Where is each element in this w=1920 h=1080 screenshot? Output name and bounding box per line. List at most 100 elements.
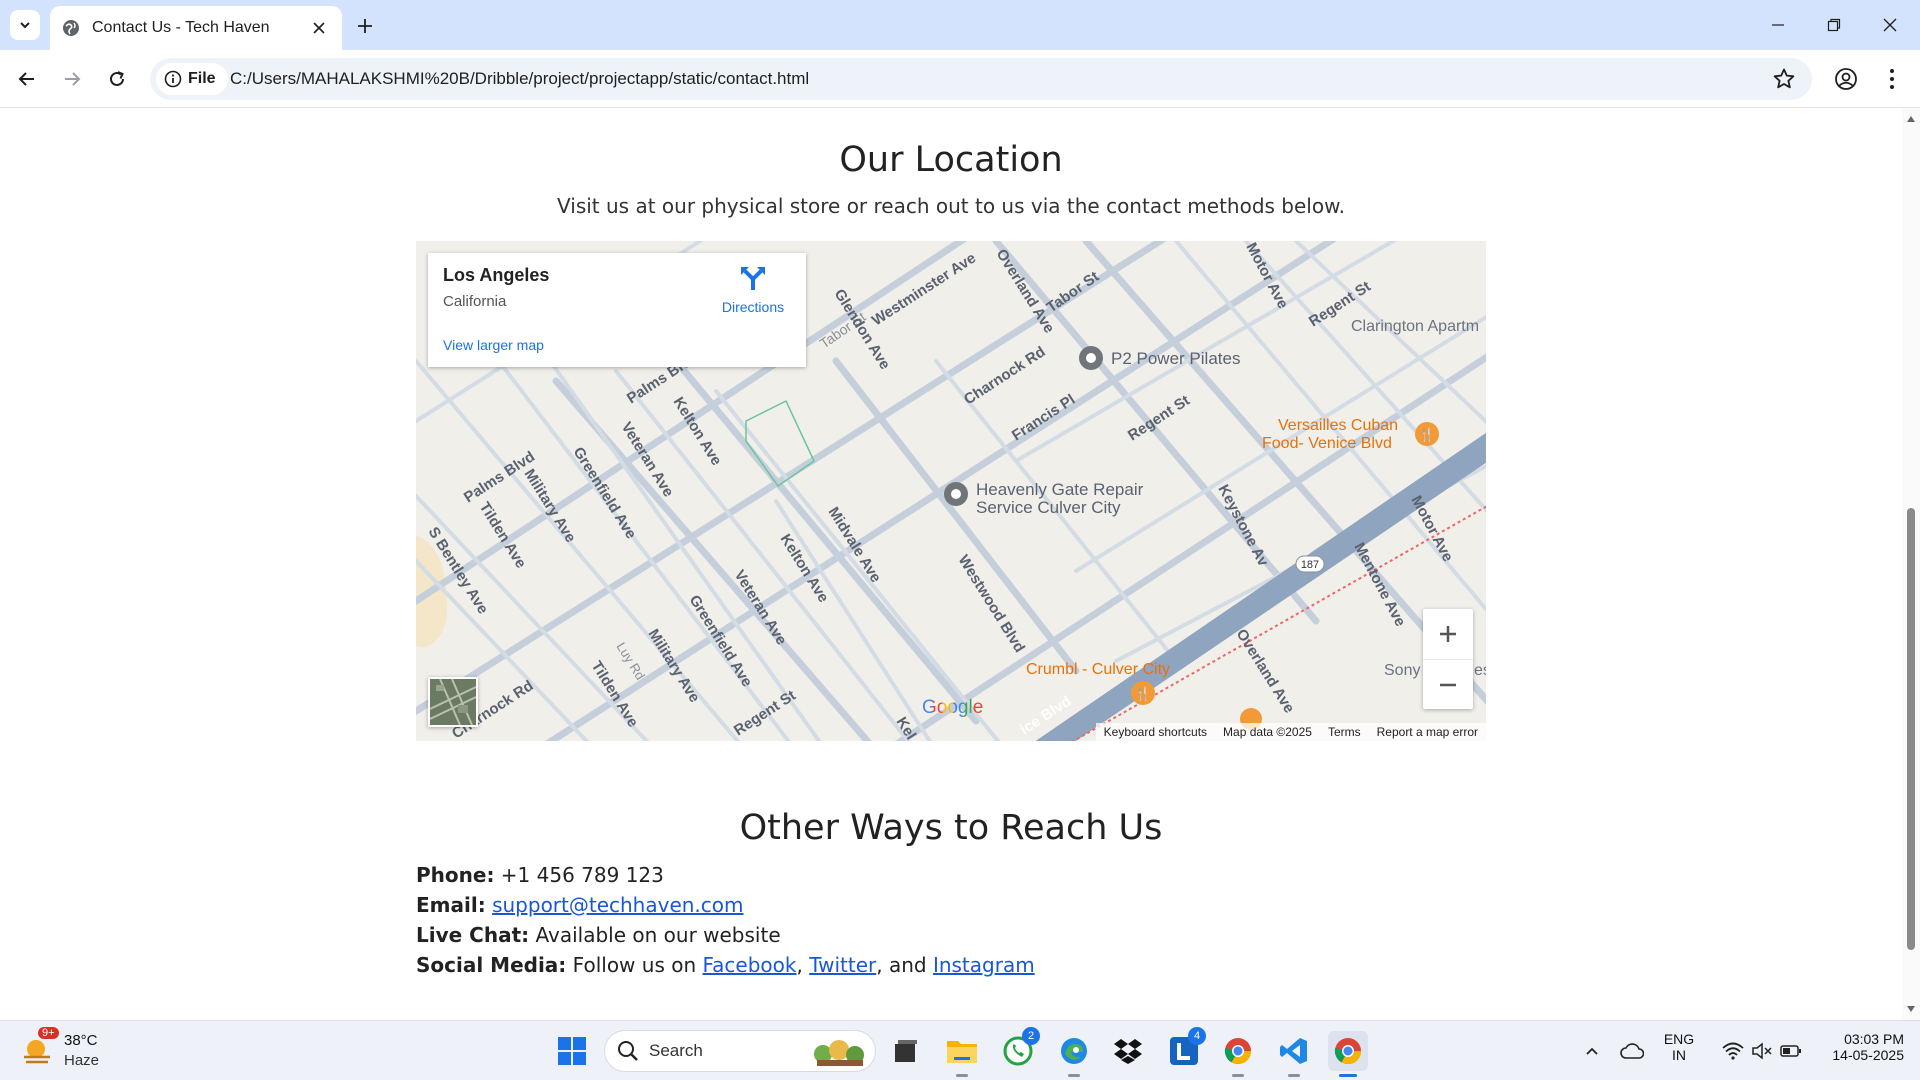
poi-es: es — [1474, 662, 1486, 679]
language-indicator[interactable]: ENG IN — [1654, 1031, 1704, 1063]
dropbox-icon — [1114, 1039, 1142, 1064]
folder-icon — [947, 1041, 977, 1063]
twitter-link[interactable]: Twitter — [809, 953, 876, 977]
menu-button[interactable] — [1876, 63, 1908, 95]
wifi-icon — [1722, 1042, 1744, 1060]
report-error-link[interactable]: Report a map error — [1377, 725, 1478, 739]
chrome-icon — [1334, 1038, 1362, 1065]
search-label: Search — [649, 1041, 703, 1060]
svg-text:Crumbl - Culver City: Crumbl - Culver City — [1026, 661, 1170, 678]
weather-badge: 9+ — [38, 1027, 59, 1039]
terms-link[interactable]: Terms — [1328, 725, 1361, 739]
scrollbar-thumb[interactable] — [1907, 508, 1915, 950]
vscode-button[interactable] — [1274, 1031, 1314, 1077]
embedded-map[interactable]: Westminster Ave Tabor St Tabor St Overla… — [416, 241, 1486, 741]
directions-button[interactable]: Directions — [713, 265, 793, 315]
phone-row: Phone: +1 456 789 123 — [416, 860, 1035, 890]
start-button[interactable] — [552, 1031, 592, 1071]
bookmark-star-icon[interactable] — [1772, 67, 1796, 91]
vertical-scrollbar[interactable] — [1902, 108, 1920, 1020]
email-link[interactable]: support@techhaven.com — [492, 893, 743, 917]
edge-button[interactable] — [1054, 1031, 1094, 1077]
address-bar[interactable]: File C:/Users/MAHALAKSHMI%20B/Dribble/pr… — [150, 58, 1812, 100]
directions-icon — [741, 267, 765, 290]
onedrive-button[interactable] — [1612, 1031, 1652, 1071]
zoom-controls — [1423, 609, 1473, 709]
new-tab-button[interactable] — [350, 11, 380, 41]
info-icon — [164, 70, 182, 88]
route-shield: 187 — [1295, 555, 1325, 573]
cloud-icon — [1620, 1043, 1644, 1059]
system-status-group[interactable] — [1712, 1031, 1812, 1071]
file-explorer-button[interactable] — [942, 1031, 982, 1077]
whatsapp-badge: 2 — [1022, 1027, 1040, 1045]
place-region: California — [443, 293, 507, 310]
google-logo: Google — [922, 697, 984, 718]
active-tab[interactable]: Contact Us - Tech Haven — [50, 6, 342, 50]
satellite-thumbnail-icon — [429, 678, 477, 726]
whatsapp-button[interactable]: 2 — [998, 1027, 1040, 1071]
chrome-button-1[interactable] — [1218, 1031, 1258, 1077]
taskbar-search[interactable]: Search — [604, 1030, 876, 1072]
zoom-in-button[interactable] — [1423, 609, 1473, 659]
email-label: Email: — [416, 893, 486, 917]
task-view-icon — [895, 1040, 917, 1062]
contact-list: Phone: +1 456 789 123 Email: support@tec… — [416, 860, 1035, 980]
chevron-down-icon — [20, 22, 30, 29]
minimize-button[interactable] — [1755, 8, 1801, 42]
site-info-chip[interactable]: File — [156, 63, 228, 95]
satellite-layer-toggle[interactable] — [428, 677, 478, 727]
close-icon — [1883, 18, 1897, 32]
svg-text:Food- Venice Blvd: Food- Venice Blvd — [1262, 435, 1392, 452]
scroll-down-arrow-icon[interactable] — [1906, 1004, 1916, 1014]
restore-button[interactable] — [1811, 8, 1857, 42]
location-subtitle: Visit us at our physical store or reach … — [557, 194, 1345, 218]
other-ways-heading: Other Ways to Reach Us — [739, 808, 1163, 848]
l-app-button[interactable]: 4 — [1164, 1027, 1206, 1071]
weather-widget[interactable]: 9+ 38°C Haze — [20, 1027, 140, 1073]
language-code: ENG — [1663, 1031, 1695, 1047]
browser-toolbar: File C:/Users/MAHALAKSHMI%20B/Dribble/pr… — [0, 50, 1920, 108]
plus-icon — [358, 19, 372, 33]
scroll-up-arrow-icon[interactable] — [1906, 114, 1916, 124]
running-indicator — [1232, 1074, 1244, 1077]
browser-tab-strip: Contact Us - Tech Haven — [0, 0, 1920, 50]
svg-text:P2 Power Pilates: P2 Power Pilates — [1111, 349, 1240, 368]
social-prefix: Follow us on — [572, 953, 697, 977]
chip-label: File — [188, 70, 216, 87]
chrome-button-2[interactable] — [1328, 1031, 1368, 1077]
region-code: IN — [1672, 1047, 1686, 1063]
poi-sony: Sony — [1384, 662, 1420, 679]
arrow-right-icon — [65, 72, 81, 86]
svg-text:Heavenly Gate Repair: Heavenly Gate Repair — [976, 480, 1144, 499]
forward-button[interactable] — [55, 62, 89, 96]
back-button[interactable] — [10, 62, 44, 96]
keyboard-shortcuts-link[interactable]: Keyboard shortcuts — [1104, 725, 1207, 739]
minimize-icon — [1772, 24, 1784, 26]
map-info-card: Los Angeles California View larger map D… — [428, 253, 806, 367]
map-data-text: Map data ©2025 — [1223, 725, 1312, 739]
clock[interactable]: 03:03 PM 14-05-2025 — [1808, 1031, 1904, 1063]
show-hidden-icons-button[interactable] — [1572, 1031, 1612, 1071]
reload-button[interactable] — [100, 62, 134, 96]
tab-search-button[interactable] — [10, 10, 40, 40]
svg-text:🍴: 🍴 — [1135, 686, 1151, 702]
active-indicator — [1339, 1074, 1357, 1077]
reload-icon — [110, 71, 124, 86]
taskview-button[interactable] — [886, 1031, 926, 1071]
facebook-link[interactable]: Facebook — [703, 953, 797, 977]
account-icon — [1835, 68, 1857, 90]
close-window-button[interactable] — [1867, 8, 1913, 42]
globe-icon — [63, 20, 79, 36]
poi-clarington: Clarington Apartm — [1351, 318, 1479, 335]
instagram-link[interactable]: Instagram — [933, 953, 1035, 977]
dropbox-button[interactable] — [1108, 1031, 1148, 1071]
running-indicator — [956, 1074, 968, 1077]
profile-button[interactable] — [1830, 63, 1862, 95]
tab-close-button[interactable] — [308, 17, 330, 39]
zoom-out-button[interactable] — [1423, 659, 1473, 709]
location-heading: Our Location — [839, 140, 1063, 180]
url-text[interactable]: C:/Users/MAHALAKSHMI%20B/Dribble/project… — [230, 58, 809, 100]
arrow-left-icon — [18, 72, 34, 86]
view-larger-map-link[interactable]: View larger map — [443, 337, 544, 353]
